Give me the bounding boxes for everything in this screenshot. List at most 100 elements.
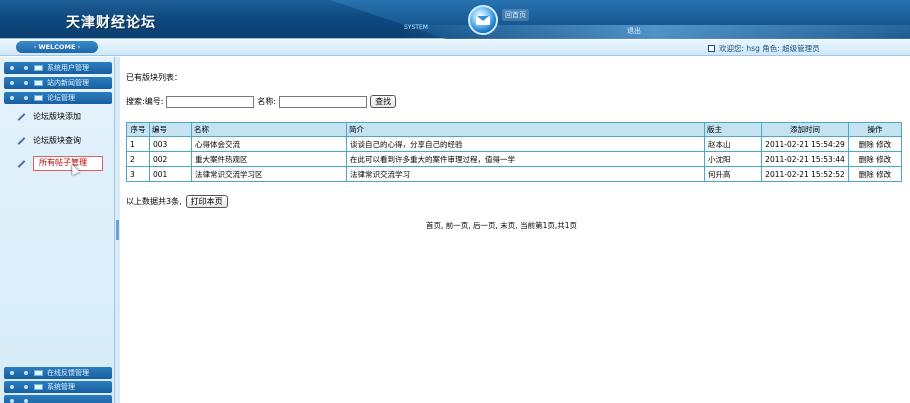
delete-link[interactable]: 删除 xyxy=(859,170,874,179)
bullet-icon xyxy=(24,399,28,403)
pagination[interactable]: 首页, 前一页, 后一页, 末页, 当前第1页,共1页 xyxy=(426,220,577,231)
cell-actions: 删除 修改 xyxy=(848,166,902,182)
submenu-label-active: 所有帖子管理 xyxy=(33,155,103,171)
menu-label: 系统管理 xyxy=(47,383,75,391)
name-label: 名称: xyxy=(257,97,277,106)
header-banner: 天津财经论坛 SYSTEM 回首页 退出 xyxy=(0,0,910,39)
cell-name: 重大案件热观区 xyxy=(191,151,347,167)
mail-icon xyxy=(34,65,43,71)
logout-link[interactable]: 退出 xyxy=(627,26,641,36)
user-square-icon xyxy=(708,45,715,52)
mail-icon xyxy=(34,95,43,101)
bullet-icon xyxy=(10,371,14,375)
col-intro: 简介 xyxy=(346,122,705,137)
record-count: 以上数据共3条, xyxy=(126,197,182,206)
menu-feedback-management[interactable]: 在线反馈管理 xyxy=(4,367,112,379)
envelope-icon xyxy=(476,15,490,25)
menu-forum-management[interactable]: 论坛管理 xyxy=(4,92,112,104)
bullet-icon xyxy=(24,96,28,100)
search-button[interactable]: 查找 xyxy=(370,95,397,108)
search-label: 搜索: xyxy=(126,97,145,106)
menu-partial[interactable] xyxy=(4,395,112,403)
table-header-row: 序号 编号 名称 简介 版主 添加时间 操作 xyxy=(126,122,902,137)
record-count-row: 以上数据共3条, 打印本页 xyxy=(126,195,228,208)
cell-id: 001 xyxy=(149,166,192,182)
col-name: 名称 xyxy=(191,122,347,137)
bullet-icon xyxy=(10,385,14,389)
cell-intro: 在此可以看到许多重大的案件审理过程，值得一学 xyxy=(346,151,705,167)
cell-name: 心得体会交流 xyxy=(191,136,347,152)
cell-id: 003 xyxy=(149,136,192,152)
pencil-icon xyxy=(16,112,25,121)
bullet-icon xyxy=(10,96,14,100)
delete-link[interactable]: 删除 xyxy=(859,155,874,164)
cell-seq: 2 xyxy=(126,151,150,167)
cell-actions: 删除 修改 xyxy=(848,151,902,167)
search-form: 搜索: 编号: 名称: 查找 xyxy=(126,95,397,108)
submenu-all-posts[interactable]: 所有帖子管理 xyxy=(16,155,103,171)
cell-time: 2011-02-21 15:52:52 xyxy=(761,166,849,182)
submenu-add-board[interactable]: 论坛版块添加 xyxy=(16,109,81,123)
delete-link[interactable]: 删除 xyxy=(859,140,874,149)
splitter-grip[interactable] xyxy=(116,220,119,240)
print-button[interactable]: 打印本页 xyxy=(185,195,228,208)
main-content: 已有版块列表： 搜索: 编号: 名称: 查找 序号 编号 名称 简介 版主 添加… xyxy=(120,57,910,403)
cell-name: 法律常识交流学习区 xyxy=(191,166,347,182)
col-actions: 操作 xyxy=(848,122,902,137)
welcome-bar: · WELCOME · 欢迎您: hsg 角色: 超级管理员 xyxy=(0,40,910,56)
pencil-icon xyxy=(16,159,25,168)
col-time: 添加时间 xyxy=(761,122,849,137)
cell-moderator: 赵本山 xyxy=(704,136,762,152)
bullet-icon xyxy=(10,399,14,403)
bullet-icon xyxy=(10,81,14,85)
bullet-icon xyxy=(24,385,28,389)
menu-label: 论坛管理 xyxy=(47,94,75,102)
menu-news-management[interactable]: 站内新闻管理 xyxy=(4,77,112,89)
menu-user-management[interactable]: 系统用户管理 xyxy=(4,62,112,74)
cell-seq: 3 xyxy=(126,166,150,182)
cell-intro: 法律常识交流学习 xyxy=(346,166,705,182)
bullet-icon xyxy=(24,81,28,85)
menu-label: 系统用户管理 xyxy=(47,64,89,72)
submenu-label: 论坛版块查询 xyxy=(33,135,81,145)
cell-time: 2011-02-21 15:54:29 xyxy=(761,136,849,152)
cell-moderator: 何升高 xyxy=(704,166,762,182)
bullet-icon xyxy=(24,66,28,70)
menu-system-management[interactable]: 系统管理 xyxy=(4,381,112,393)
user-info: 欢迎您: hsg 角色: 超级管理员 xyxy=(708,43,820,54)
list-title: 已有版块列表： xyxy=(126,73,182,82)
mail-orb-icon[interactable] xyxy=(468,5,498,35)
cell-seq: 1 xyxy=(126,136,150,152)
id-input[interactable] xyxy=(166,95,255,108)
cell-id: 002 xyxy=(149,151,192,167)
pencil-icon xyxy=(16,136,25,145)
sidebar: 系统用户管理 站内新闻管理 论坛管理 论坛版块添加 论坛版块查询 所有帖子管理 xyxy=(0,57,115,403)
table-row: 3 001 法律常识交流学习区 法律常识交流学习 何升高 2011-02-21 … xyxy=(126,166,902,182)
edit-link[interactable]: 修改 xyxy=(876,140,891,149)
mail-icon xyxy=(34,370,43,376)
menu-label: 在线反馈管理 xyxy=(47,369,89,377)
submenu-label: 论坛版块添加 xyxy=(33,111,81,121)
col-id: 编号 xyxy=(149,122,192,137)
welcome-tab: · WELCOME · xyxy=(16,41,98,53)
board-table: 序号 编号 名称 简介 版主 添加时间 操作 1 003 心得体会交流 谈谈自己… xyxy=(126,122,902,182)
bullet-icon xyxy=(24,371,28,375)
app-root: 天津财经论坛 SYSTEM 回首页 退出 · WELCOME · 欢迎您: hs… xyxy=(0,0,910,403)
mail-icon xyxy=(34,384,43,390)
cell-intro: 谈谈自己的心得，分享自己的经验 xyxy=(346,136,705,152)
home-link[interactable]: 回首页 xyxy=(502,9,529,21)
name-input[interactable] xyxy=(279,95,368,108)
col-seq: 序号 xyxy=(126,122,150,137)
nav-system-label: SYSTEM xyxy=(404,24,428,31)
mail-icon xyxy=(34,80,43,86)
user-greeting: 欢迎您: hsg 角色: 超级管理员 xyxy=(719,44,820,53)
id-label: 编号: xyxy=(144,97,164,106)
submenu-query-board[interactable]: 论坛版块查询 xyxy=(16,133,81,147)
edit-link[interactable]: 修改 xyxy=(876,155,891,164)
site-title: 天津财经论坛 xyxy=(66,15,156,31)
cell-time: 2011-02-21 15:53:44 xyxy=(761,151,849,167)
cell-actions: 删除 修改 xyxy=(848,136,902,152)
bullet-icon xyxy=(10,66,14,70)
edit-link[interactable]: 修改 xyxy=(876,170,891,179)
table-row: 2 002 重大案件热观区 在此可以看到许多重大的案件审理过程，值得一学 小沈阳… xyxy=(126,151,902,167)
